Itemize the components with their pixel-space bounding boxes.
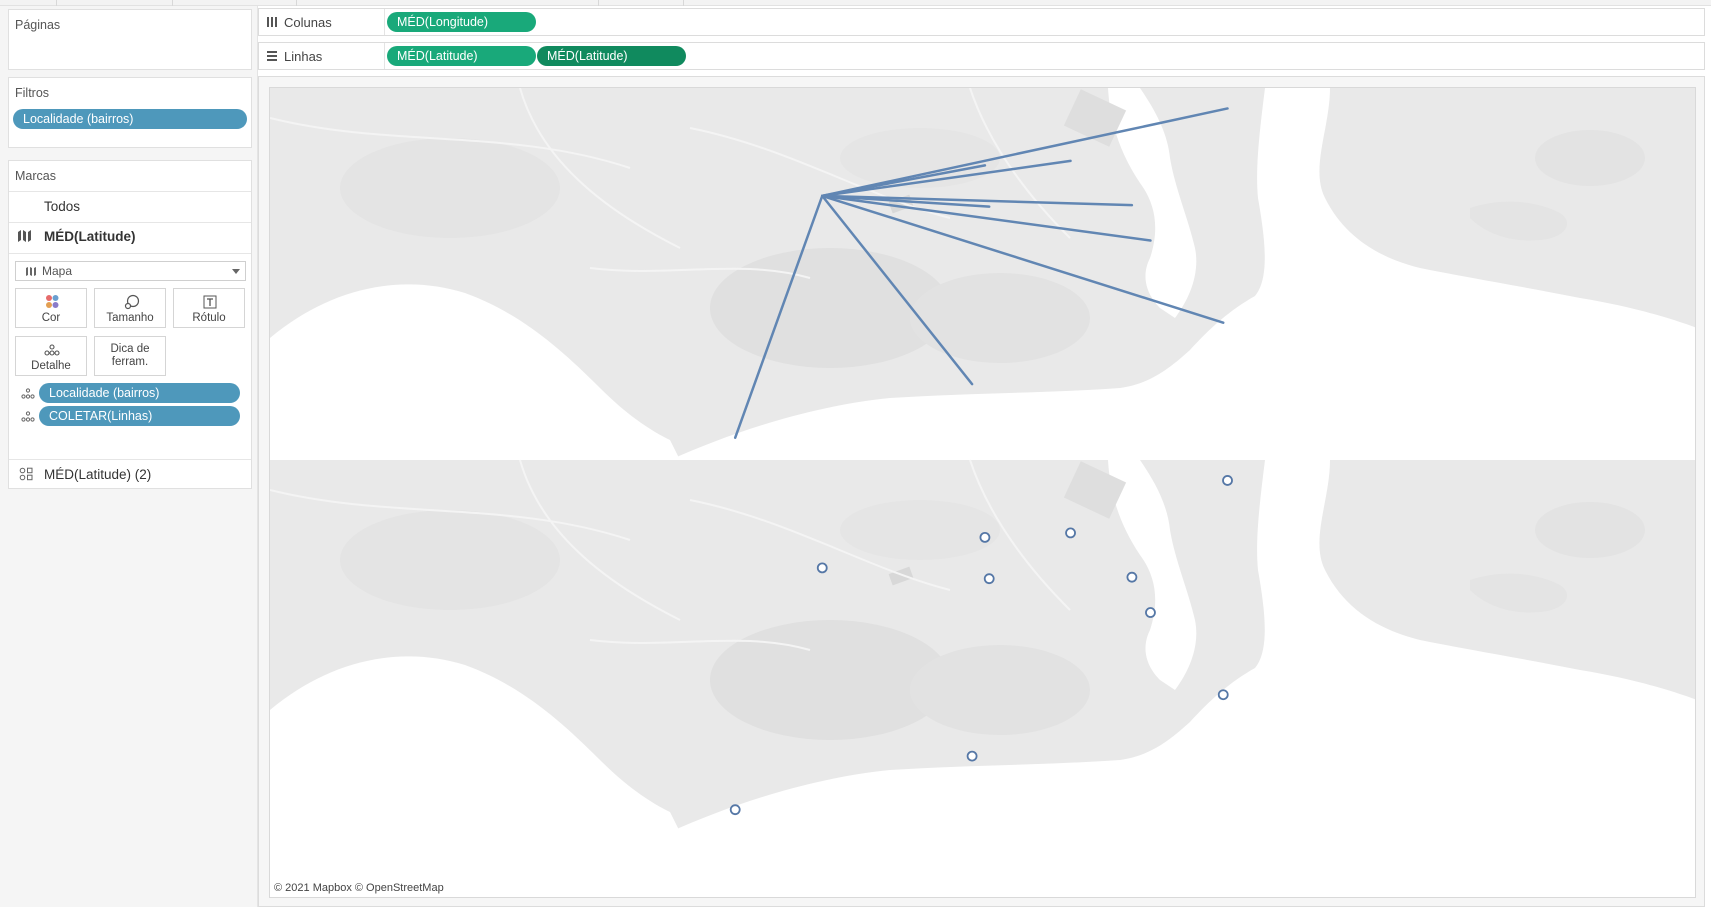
map-lower-panel[interactable]: [270, 459, 1696, 833]
marks-title: Marcas: [15, 169, 56, 183]
mark-type-select[interactable]: Mapa: [15, 261, 246, 281]
location-marker-9[interactable]: [729, 804, 741, 816]
location-marker-7[interactable]: [1217, 689, 1229, 701]
location-marker-2[interactable]: [1065, 527, 1076, 539]
marks-field-coletar[interactable]: COLETAR(Linhas): [39, 406, 240, 426]
detail-button-label: Detalhe: [31, 360, 71, 372]
location-marker-3[interactable]: [979, 531, 991, 543]
left-sidebar: Páginas Filtros Localidade (bairros) Mar…: [0, 6, 258, 907]
location-marker-1[interactable]: [1222, 475, 1233, 486]
marks-all-layer[interactable]: Todos: [44, 199, 80, 214]
map-view[interactable]: © 2021 Mapbox © OpenStreetMap: [269, 87, 1696, 898]
columns-pill-longitude[interactable]: MÉD(Longitude): [387, 12, 536, 32]
size-icon: [124, 294, 140, 310]
location-marker-6[interactable]: [1145, 607, 1156, 618]
tooltip-button-label-2: ferram.: [111, 356, 149, 368]
detail-icon: [44, 344, 60, 356]
rows-shelf[interactable]: Linhas MÉD(Latitude) MÉD(Latitude): [258, 42, 1705, 70]
filter-pill-localidade[interactable]: Localidade (bairros): [13, 109, 247, 129]
detail-field-icon: [21, 388, 35, 399]
detail-field-icon: [21, 411, 35, 422]
label-button-label: Rótulo: [192, 312, 226, 324]
columns-icon: [267, 17, 277, 27]
pages-card[interactable]: Páginas: [8, 9, 252, 70]
rows-label: Linhas: [284, 49, 323, 64]
viz-area: © 2021 Mapbox © OpenStreetMap: [258, 76, 1705, 907]
label-button[interactable]: Rótulo: [173, 288, 245, 328]
location-marker-hub[interactable]: [816, 562, 828, 574]
color-button-label: Cor: [41, 312, 61, 324]
map-canvas[interactable]: [270, 88, 1696, 898]
location-marker-4[interactable]: [983, 573, 995, 585]
marks-field-localidade[interactable]: Localidade (bairros): [39, 383, 240, 403]
location-marker-8[interactable]: [966, 750, 978, 762]
shape-layer-icon: [19, 467, 33, 481]
color-icon: [46, 295, 59, 308]
marks-card: Marcas Todos MÉD(Latitude) Mapa Cor Tama…: [8, 160, 252, 489]
filters-title: Filtros: [15, 86, 50, 100]
columns-label: Colunas: [284, 15, 332, 30]
size-button[interactable]: Tamanho: [94, 288, 166, 328]
tooltip-button-label-1: Dica de: [110, 343, 150, 355]
filters-card[interactable]: Filtros Localidade (bairros): [8, 77, 252, 148]
map-mark-icon: [26, 267, 36, 276]
detail-button[interactable]: Detalhe: [15, 336, 87, 376]
location-marker-5[interactable]: [1126, 571, 1138, 583]
rows-icon: [267, 51, 277, 61]
text-label-icon: [203, 295, 217, 309]
marks-layer-primary[interactable]: MÉD(Latitude): [44, 229, 136, 244]
rows-pill-latitude-1[interactable]: MÉD(Latitude): [387, 46, 536, 66]
mark-type-value: Mapa: [42, 264, 73, 278]
pages-title: Páginas: [15, 18, 61, 32]
size-button-label: Tamanho: [106, 312, 154, 324]
map-layer-icon: [18, 230, 31, 242]
tooltip-button[interactable]: Dica de ferram.: [94, 336, 166, 376]
color-button[interactable]: Cor: [15, 288, 87, 328]
marks-layer-secondary[interactable]: MÉD(Latitude) (2): [44, 467, 151, 482]
rows-pill-latitude-2[interactable]: MÉD(Latitude): [537, 46, 686, 66]
chevron-down-icon: [232, 269, 240, 274]
columns-shelf[interactable]: Colunas MÉD(Longitude): [258, 8, 1705, 36]
map-attribution[interactable]: © 2021 Mapbox © OpenStreetMap: [274, 882, 444, 894]
map-upper-panel[interactable]: [270, 88, 1696, 461]
